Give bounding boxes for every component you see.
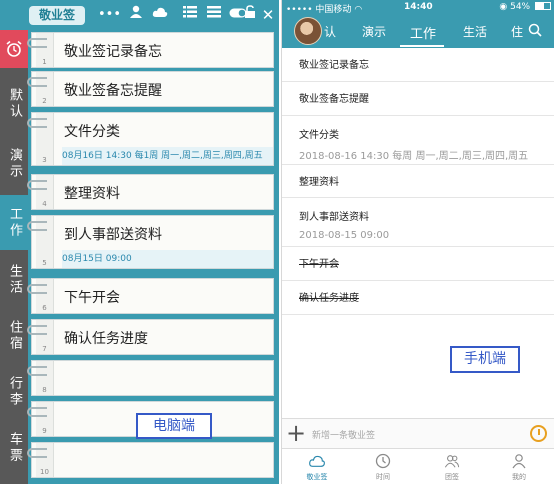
tab-default[interactable]: 默认 xyxy=(0,78,28,130)
binder-ring xyxy=(27,77,47,87)
compose-input[interactable]: 新增一条敬业签 xyxy=(312,428,375,441)
avatar[interactable] xyxy=(294,17,322,45)
status-bar: ••••• 中国移动 ◠ 14:40 ◉ 54% xyxy=(282,0,554,15)
binder-ring xyxy=(27,221,47,231)
reminder-time: 08月15日 09:00 xyxy=(62,250,273,268)
unlock-icon[interactable] xyxy=(240,5,260,25)
nav-notes[interactable]: 敬业签 xyxy=(292,453,342,482)
tab-ticket[interactable]: 车票 xyxy=(0,422,28,474)
alarm-clock-icon xyxy=(6,40,22,57)
close-icon[interactable]: ✕ xyxy=(258,5,278,25)
active-tab-indicator xyxy=(400,45,444,47)
binder-ring xyxy=(27,284,47,294)
comparison-screenshot: 敬业签 ••• ✕ 默认 演示 工作 生活 住宿 行李 车票 1 敬业签记录备忘… xyxy=(0,0,554,484)
bottom-nav: 敬业签 时间 团签 我的 xyxy=(282,448,554,484)
binder-ring xyxy=(27,38,47,48)
binder-ring xyxy=(27,118,47,128)
binder-ring xyxy=(27,325,47,335)
battery-icon xyxy=(535,2,551,10)
tab-life[interactable]: 生活 xyxy=(463,23,487,40)
list-item[interactable]: 下午开会 xyxy=(282,247,554,281)
reminder-time: 08月16日 14:30 每1周 周一,周二,周三,周四,周五 xyxy=(62,147,273,165)
binder-ring xyxy=(27,180,47,190)
mobile-label: 手机端 xyxy=(450,346,520,373)
note-item[interactable]: 1 敬业签记录备忘 xyxy=(27,32,274,68)
reminder-time: 2018-08-15 09:00 xyxy=(299,230,390,241)
app-badge[interactable]: 敬业签 xyxy=(29,6,85,25)
more-icon[interactable]: ••• xyxy=(98,5,121,25)
desktop-toolbar: 敬业签 ••• ✕ xyxy=(0,0,279,30)
binder-ring xyxy=(27,366,47,376)
menu-icon[interactable] xyxy=(204,5,224,25)
tab-work[interactable]: 工作 xyxy=(0,195,28,250)
tab-luggage[interactable]: 行李 xyxy=(0,366,28,418)
cloud-note-icon xyxy=(309,455,325,467)
nav-team[interactable]: 团签 xyxy=(427,453,477,482)
note-item[interactable]: 5 到人事部送资料 08月15日 09:00 xyxy=(27,215,274,269)
mobile-tabs: 认 演示 工作 生活 住 xyxy=(282,15,554,48)
search-icon[interactable] xyxy=(528,23,542,37)
list-item[interactable]: 敬业签备忘提醒 xyxy=(282,82,554,116)
note-item[interactable]: 4 整理资料 xyxy=(27,174,274,210)
reminder-clock-icon[interactable] xyxy=(530,425,547,442)
tab-default-partial[interactable]: 认 xyxy=(324,23,336,40)
list-item[interactable]: 到人事部送资料 2018-08-15 09:00 xyxy=(282,198,554,247)
binder-ring xyxy=(27,448,47,458)
signal-icon: ••••• xyxy=(286,5,313,15)
note-item[interactable]: 8 xyxy=(27,360,274,396)
list-item[interactable]: 敬业签记录备忘 xyxy=(282,48,554,82)
desktop-app: 敬业签 ••• ✕ 默认 演示 工作 生活 住宿 行李 车票 1 敬业签记录备忘… xyxy=(0,0,279,484)
tab-demo[interactable]: 演示 xyxy=(362,23,386,40)
note-item[interactable]: 7 确认任务进度 xyxy=(27,319,274,355)
list-item[interactable]: 确认任务进度 xyxy=(282,281,554,315)
desktop-category-tabs: 默认 演示 工作 生活 住宿 行李 车票 xyxy=(0,30,28,484)
list-item[interactable]: 整理资料 xyxy=(282,165,554,198)
tab-life[interactable]: 生活 xyxy=(0,254,28,306)
tab-work[interactable]: 工作 xyxy=(410,23,436,42)
lock-rotation-icon: ◉ xyxy=(499,2,508,12)
mobile-app: ••••• 中国移动 ◠ 14:40 ◉ 54% 认 演示 工作 生活 住 敬业… xyxy=(281,0,554,484)
clock-icon xyxy=(375,453,391,469)
wifi-icon: ◠ xyxy=(354,5,363,15)
person-icon xyxy=(512,454,526,469)
nav-time[interactable]: 时间 xyxy=(358,453,408,482)
add-icon[interactable]: + xyxy=(286,421,306,445)
reminder-time: 2018-08-16 14:30 每周 周一,周二,周三,周四,周五 xyxy=(299,151,529,162)
tab-lodging-partial[interactable]: 住 xyxy=(511,23,523,40)
note-item[interactable]: 6 下午开会 xyxy=(27,278,274,314)
binder-ring xyxy=(27,407,47,417)
user-icon[interactable] xyxy=(126,5,146,25)
tab-alarm[interactable] xyxy=(0,30,28,68)
list-item[interactable]: 文件分类 2018-08-16 14:30 每周 周一,周二,周三,周四,周五 xyxy=(282,116,554,165)
cloud-icon[interactable] xyxy=(150,5,170,25)
nav-me[interactable]: 我的 xyxy=(494,453,544,482)
note-item[interactable]: 2 敬业签备忘提醒 xyxy=(27,71,274,107)
desktop-label: 电脑端 xyxy=(136,413,212,439)
compose-bar: + 新增一条敬业签 xyxy=(282,418,554,448)
team-icon xyxy=(444,455,460,468)
tab-demo[interactable]: 演示 xyxy=(0,138,28,190)
note-item[interactable]: 3 文件分类 08月16日 14:30 每1周 周一,周二,周三,周四,周五 xyxy=(27,112,274,166)
note-item[interactable]: 10 xyxy=(27,442,274,478)
tab-lodging[interactable]: 住宿 xyxy=(0,310,28,362)
list-icon[interactable] xyxy=(180,5,200,25)
